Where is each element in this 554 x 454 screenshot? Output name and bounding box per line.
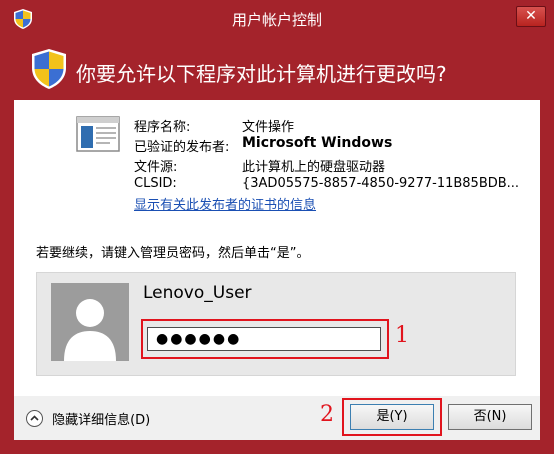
username-label: Lenovo_User xyxy=(143,283,252,303)
content-panel: 程序名称: 文件操作 已验证的发布者: Microsoft Windows 文件… xyxy=(14,100,540,396)
credential-tile[interactable]: Lenovo_User ●●●●●● 1 xyxy=(36,272,516,376)
window-frame-bottom xyxy=(0,440,554,454)
window-title: 用户帐户控制 xyxy=(231,11,322,29)
instruction-text: 若要继续，请键入管理员密码，然后单击“是”。 xyxy=(36,246,310,261)
uac-dialog: 用户帐户控制 ✕ 你要允许以下程序对此计算机进行更改吗? 程序名称: 文件操作 … xyxy=(0,0,554,454)
button-bar: 隐藏详细信息(D) 2 是(Y) 否(N) xyxy=(14,396,540,440)
user-avatar-icon xyxy=(51,283,129,361)
program-name-label: 程序名称: xyxy=(134,120,191,135)
details-toggle-label: 隐藏详细信息(D) xyxy=(52,413,151,428)
program-window-icon xyxy=(76,116,120,152)
yes-button[interactable]: 是(Y) xyxy=(350,404,434,430)
clsid-value: {3AD05575-8857-4850-9277-11B85BDB... xyxy=(242,176,520,191)
close-button[interactable]: ✕ xyxy=(516,6,546,27)
no-button[interactable]: 否(N) xyxy=(448,404,532,430)
file-origin-value: 此计算机上的硬盘驱动器 xyxy=(242,160,386,175)
publisher-label: 已验证的发布者: xyxy=(134,140,230,155)
chevron-up-icon xyxy=(26,410,43,427)
question-text: 你要允许以下程序对此计算机进行更改吗? xyxy=(76,62,447,86)
close-icon: ✕ xyxy=(525,8,537,24)
question-header: 你要允许以下程序对此计算机进行更改吗? xyxy=(0,38,554,100)
publisher-value: Microsoft Windows xyxy=(242,135,393,151)
clsid-label: CLSID: xyxy=(134,176,177,191)
uac-shield-icon xyxy=(32,49,66,89)
file-origin-label: 文件源: xyxy=(134,160,178,175)
program-name-value: 文件操作 xyxy=(242,120,295,135)
step-marker-1: 1 xyxy=(395,323,409,348)
details-toggle[interactable]: 隐藏详细信息(D) xyxy=(26,408,150,428)
password-field[interactable]: ●●●●●● xyxy=(147,327,381,351)
title-bar: 用户帐户控制 ✕ xyxy=(0,0,554,38)
step-marker-2: 2 xyxy=(320,402,334,427)
certificate-link[interactable]: 显示有关此发布者的证书的信息 xyxy=(134,194,316,213)
